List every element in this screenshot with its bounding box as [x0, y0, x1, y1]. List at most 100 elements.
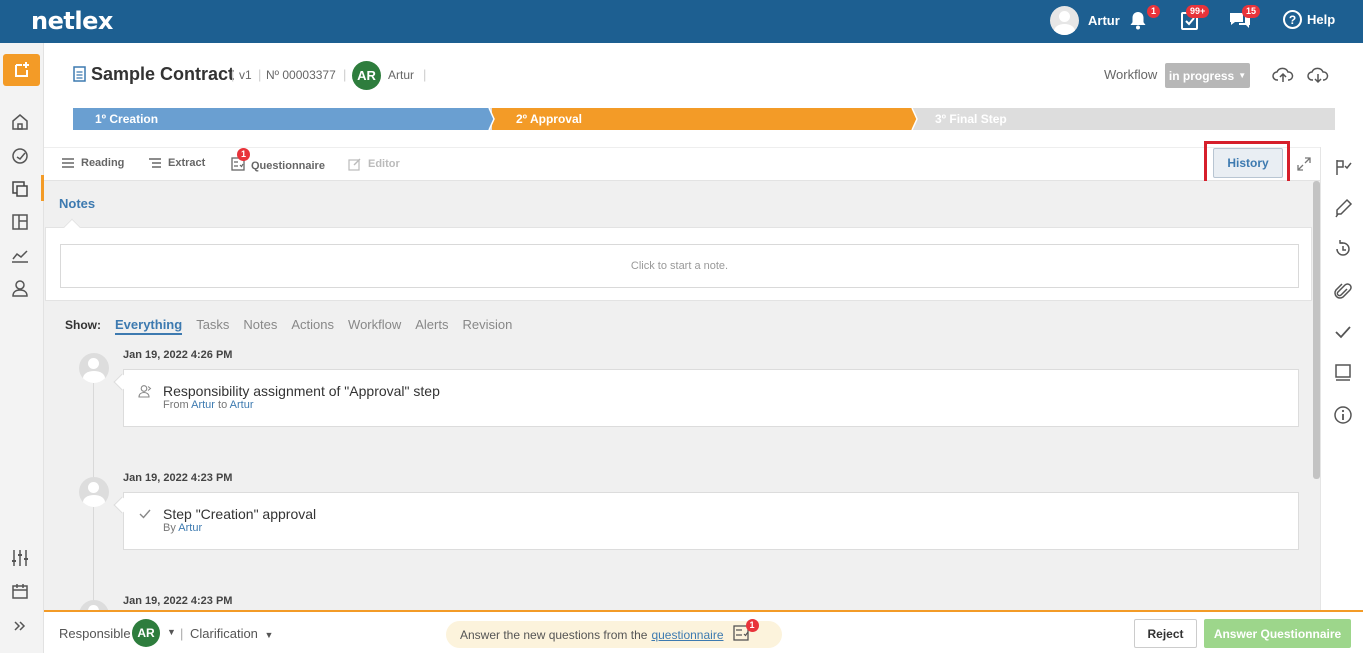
entry-avatar: [79, 600, 109, 610]
approve-check-icon[interactable]: [1333, 322, 1353, 342]
tasks-badge: 99+: [1186, 5, 1210, 18]
filter-notes[interactable]: Notes: [243, 317, 277, 332]
pen-icon[interactable]: [1333, 198, 1353, 218]
filter-alerts[interactable]: Alerts: [415, 317, 448, 332]
clarification-caret-icon: ▼: [264, 630, 274, 640]
entry-sub-mid: to: [218, 399, 228, 411]
view-toolbar: Reading Extract 1 Questionnaire Editor H…: [44, 141, 1320, 187]
left-sidebar: [0, 43, 44, 653]
dashboard-icon[interactable]: [10, 146, 30, 166]
entry-date: Jan 19, 2022 4:23 PM: [123, 595, 233, 607]
notice-badge: 1: [745, 619, 759, 632]
notes-title[interactable]: Notes: [59, 196, 95, 211]
reject-button[interactable]: Reject: [1134, 619, 1197, 648]
filter-everything[interactable]: Everything: [115, 317, 183, 335]
questionnaire-badge: 1: [237, 148, 251, 161]
entry-title: Step "Creation" approval: [163, 506, 317, 522]
document-number: Nº 00003377: [266, 68, 336, 82]
fullscreen-icon[interactable]: [1296, 156, 1312, 177]
questionnaire-label: Questionnaire: [251, 159, 325, 172]
document-title: Sample Contract: [91, 64, 235, 84]
filter-actions[interactable]: Actions: [291, 317, 334, 332]
calendar-icon[interactable]: [10, 581, 30, 601]
step-approval[interactable]: 2º Approval: [516, 108, 582, 130]
new-document-icon: [14, 62, 29, 77]
extract-icon: [149, 158, 161, 168]
editor-icon: [348, 158, 361, 171]
questionnaire-link[interactable]: questionnaire: [651, 628, 723, 642]
scrollbar-thumb[interactable]: [1313, 181, 1320, 479]
settings-sliders-icon[interactable]: [10, 548, 30, 568]
content-scrollbar[interactable]: [1313, 181, 1320, 610]
editor-tab[interactable]: Editor: [348, 157, 400, 171]
entry-sub-prefix: By: [163, 522, 176, 534]
user-name[interactable]: Artur: [1088, 13, 1120, 28]
entry-avatar: [79, 477, 109, 507]
entry-title: Responsibility assignment of "Approval" …: [163, 383, 440, 399]
new-note-input[interactable]: Click to start a note.: [60, 244, 1299, 288]
questionnaire-notice: Answer the new questions from the questi…: [446, 619, 782, 648]
caret-down-icon: ▼: [1238, 71, 1247, 80]
checklist-flag-icon[interactable]: [1333, 157, 1353, 177]
owner-name: Artur: [388, 68, 415, 82]
help-label: Help: [1307, 12, 1336, 27]
expand-sidebar-icon[interactable]: [10, 616, 30, 636]
bell-icon[interactable]: 1: [1127, 5, 1161, 33]
filter-workflow[interactable]: Workflow: [348, 317, 401, 332]
info-icon[interactable]: [1333, 405, 1353, 425]
documents-icon[interactable]: [10, 179, 30, 199]
users-icon[interactable]: [10, 278, 30, 298]
user-assign-icon: [138, 384, 152, 403]
workflow-steps: 1º Creation 2º Approval 3º Final Step: [73, 108, 1335, 130]
step-final[interactable]: 3º Final Step: [935, 108, 1007, 130]
user-avatar[interactable]: [1050, 6, 1079, 35]
history-button[interactable]: History: [1213, 148, 1283, 178]
workflow-status-label: in progress: [1168, 68, 1235, 83]
reading-tab[interactable]: Reading: [61, 157, 124, 169]
clarification-dropdown[interactable]: Clarification ▼: [190, 626, 273, 641]
comment-icon[interactable]: [1333, 363, 1353, 383]
filter-revision[interactable]: Revision: [462, 317, 512, 332]
cloud-download-icon[interactable]: [1307, 64, 1329, 89]
questionnaire-tab[interactable]: 1 Questionnaire: [231, 148, 325, 174]
header-separator: |: [258, 67, 262, 82]
attachment-icon[interactable]: [1333, 281, 1353, 301]
top-bar: netlex Artur 1 99+ 15 ? Help: [0, 0, 1363, 43]
netlex-logo[interactable]: netlex: [31, 7, 113, 35]
responsible-avatar[interactable]: AR: [132, 619, 160, 647]
entry-date: Jan 19, 2022 4:26 PM: [123, 349, 233, 361]
entry-subtitle: By Artur: [163, 522, 202, 534]
history-icon[interactable]: [1333, 239, 1353, 259]
responsible-label: Responsible: [59, 626, 131, 641]
responsible-caret-icon[interactable]: ▼: [167, 627, 176, 637]
entry-user-link[interactable]: Artur: [191, 399, 215, 411]
owner-avatar[interactable]: AR: [352, 61, 381, 90]
workflow-status-dropdown[interactable]: in progress ▼: [1165, 63, 1250, 88]
entry-subtitle: From Artur to Artur: [163, 399, 254, 411]
clarification-label: Clarification: [190, 626, 258, 641]
entry-pointer: [113, 373, 131, 391]
messages-icon[interactable]: 15: [1228, 5, 1261, 33]
tasks-icon[interactable]: 99+: [1179, 5, 1210, 33]
bottom-action-bar: Responsible AR ▼ | Clarification ▼ Answe…: [44, 610, 1363, 653]
step-creation[interactable]: 1º Creation: [95, 108, 158, 130]
extract-tab[interactable]: Extract: [148, 157, 205, 169]
editor-label: Editor: [368, 158, 400, 170]
templates-icon[interactable]: [10, 212, 30, 232]
answer-questionnaire-button[interactable]: Answer Questionnaire: [1204, 619, 1351, 648]
entry-user-link[interactable]: Artur: [178, 522, 202, 534]
timeline-entry: Step "Creation" approval By Artur: [113, 492, 1299, 550]
help-button[interactable]: ? Help: [1283, 10, 1335, 29]
entry-sub-prefix: From: [163, 399, 189, 411]
cloud-upload-icon[interactable]: [1272, 64, 1294, 89]
reports-icon[interactable]: [10, 246, 30, 266]
notice-text: Answer the new questions from the: [460, 627, 648, 642]
home-icon[interactable]: [10, 112, 30, 132]
document-header: Sample Contract | v1 | Nº 00003377 | AR …: [44, 43, 1363, 147]
right-sidebar: [1320, 147, 1363, 610]
questionnaire-notice-icon[interactable]: 1: [732, 619, 759, 644]
new-document-button[interactable]: [3, 54, 40, 86]
entry-user-link[interactable]: Artur: [230, 399, 254, 411]
filter-tasks[interactable]: Tasks: [196, 317, 229, 332]
questionnaire-icon: 1: [231, 148, 251, 174]
